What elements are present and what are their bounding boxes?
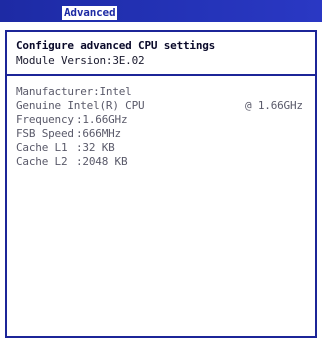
manufacturer-info: Manufacturer:Intel xyxy=(16,85,132,98)
module-version: Module Version:3E.02 xyxy=(16,54,145,67)
frequency-value: :1.66GHz xyxy=(76,113,128,126)
bios-screen: Advanced Configure advanced CPU settings… xyxy=(0,0,322,342)
fsb-speed-value: :666MHz xyxy=(76,127,121,140)
cache-l2-row: Cache L2 :2048 KB xyxy=(16,155,128,168)
frequency-row: Frequency:1.66GHz xyxy=(16,113,128,126)
page-title: Configure advanced CPU settings xyxy=(16,39,216,52)
fsb-speed-label: FSB Speed xyxy=(16,127,74,140)
cache-l2-value: :2048 KB xyxy=(76,155,128,168)
frequency-label: Frequency xyxy=(16,113,74,126)
divider xyxy=(7,74,315,76)
cache-l2-label: Cache L2 xyxy=(16,155,68,168)
bios-menu-bar: Advanced xyxy=(0,0,322,22)
fsb-speed-row: FSB Speed:666MHz xyxy=(16,127,121,140)
cache-l1-label: Cache L1 xyxy=(16,141,68,154)
settings-panel: Configure advanced CPU settings Module V… xyxy=(5,30,317,338)
cache-l1-value: :32 KB xyxy=(76,141,115,154)
cpu-speed-tag: @ 1.66GHz xyxy=(245,99,303,112)
tab-advanced[interactable]: Advanced xyxy=(62,6,118,20)
cpu-name: Genuine Intel(R) CPU xyxy=(16,99,145,112)
cache-l1-row: Cache L1 :32 KB xyxy=(16,141,115,154)
